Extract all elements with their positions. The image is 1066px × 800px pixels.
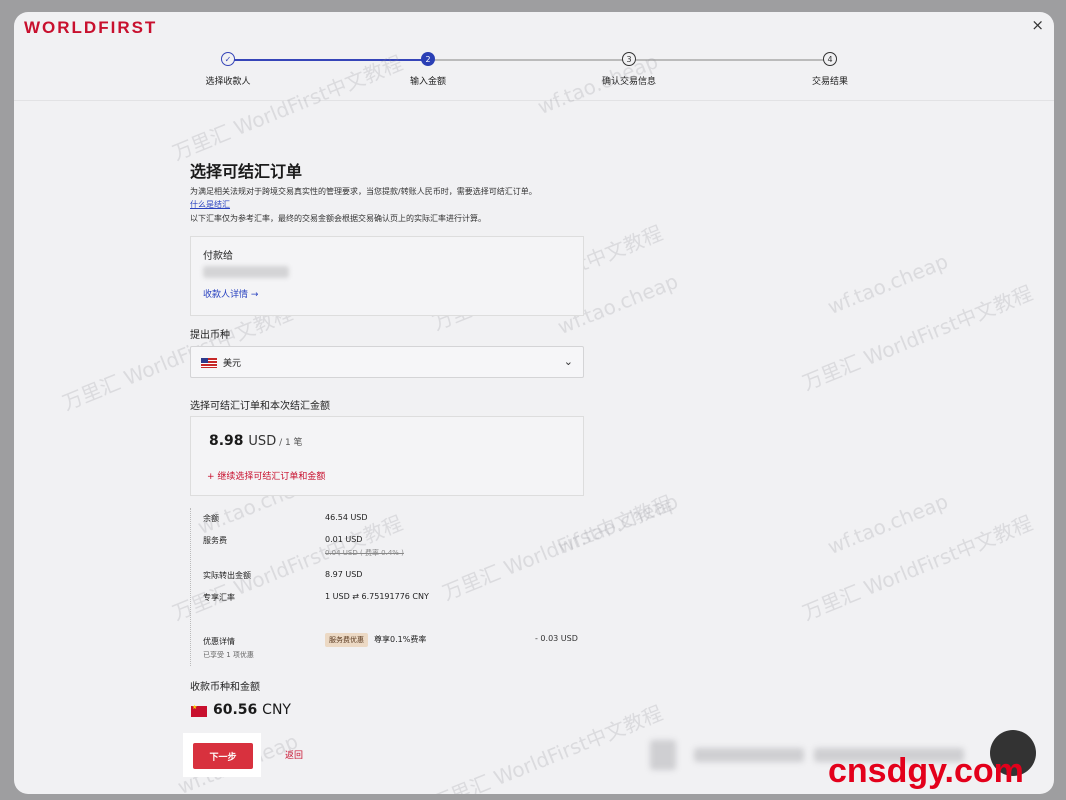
payee-label: 付款给 xyxy=(203,251,233,262)
step-4-circle: 4 xyxy=(823,52,837,66)
fee-value: 0.01 USD xyxy=(325,535,363,544)
step-1-check-icon: ✓ xyxy=(221,52,235,66)
orders-label: 选择可结汇订单和本次结汇金额 xyxy=(190,401,330,412)
step-connector-done xyxy=(234,59,428,61)
order-amount-value: 8.98 xyxy=(209,433,244,449)
fee-summary: 余额 46.54 USD 服务费 0.01 USD 0.04 USD ( 费率 … xyxy=(190,508,584,666)
watermark-text: wf.tao.cheap xyxy=(824,488,952,560)
exchange-rate-label: 专享汇率 xyxy=(203,593,235,602)
order-amount: 8.98 USD / 1 笔 xyxy=(209,433,303,449)
payee-name-redacted xyxy=(203,266,289,278)
cn-flag-icon xyxy=(191,704,207,717)
page-description: 为满足相关法规对于跨境交易真实性的管理要求，当您提款/转账人民币时，需要选择可结… xyxy=(190,187,537,196)
add-order-link[interactable]: + 继续选择可结汇订单和金额 xyxy=(207,469,325,482)
actual-amount-label: 实际转出金额 xyxy=(203,571,251,580)
receive-amount-value: 60.56 xyxy=(213,702,258,718)
discount-applied-note: 已享受 1 项优惠 xyxy=(203,651,254,659)
receive-amount: 60.56 CNY xyxy=(213,702,291,718)
fee-original: 0.04 USD ( 费率 0.4% ) xyxy=(325,549,404,557)
step-2-circle: 2 xyxy=(421,52,435,66)
us-flag-icon xyxy=(201,358,217,368)
balance-value: 46.54 USD xyxy=(325,513,368,522)
step-3-label: 确认交易信息 xyxy=(601,77,657,87)
watermark-text: wf.tao.cheap xyxy=(824,248,952,320)
receive-label: 收款币种和金额 xyxy=(190,682,260,693)
step-3-circle: 3 xyxy=(622,52,636,66)
currency-label: 提出币种 xyxy=(190,330,230,341)
step-connector xyxy=(636,59,828,61)
site-watermark-stamp: cnsdgy.com xyxy=(828,752,1024,790)
receive-amount-unit: CNY xyxy=(262,702,291,718)
discount-amount: - 0.03 USD xyxy=(535,634,578,643)
dialog-window: WORLDFIRST × ✓ 选择收款人 2 输入金额 3 确认交易信息 4 交… xyxy=(14,12,1054,794)
balance-label: 余额 xyxy=(203,514,219,523)
back-link[interactable]: 返回 xyxy=(285,748,303,761)
watermark-text: 万里汇 WorldFirst中文教程 xyxy=(429,700,666,794)
page-title: 选择可结汇订单 xyxy=(190,162,303,181)
discount-badge: 服务费优惠 xyxy=(325,633,368,647)
rate-notice: 以下汇率仅为参考汇率，最终的交易金额会根据交易确认页上的实际汇率进行计算。 xyxy=(190,214,486,223)
fee-label: 服务费 xyxy=(203,536,227,545)
redacted-footer xyxy=(650,740,676,770)
step-connector xyxy=(434,59,634,61)
chevron-down-icon: ⌄ xyxy=(563,355,573,368)
watermark-text: 万里汇 WorldFirst中文教程 xyxy=(799,280,1036,396)
step-1-label: 选择收款人 xyxy=(205,77,251,87)
order-amount-card[interactable]: 8.98 USD / 1 笔 + 继续选择可结汇订单和金额 xyxy=(190,416,584,496)
step-2-label: 输入金额 xyxy=(409,77,447,87)
currency-selected: 美元 xyxy=(223,359,242,369)
discount-label: 优惠详情 xyxy=(203,637,235,646)
header-divider xyxy=(14,100,1054,101)
discount-description: 尊享0.1%费率 xyxy=(374,635,427,644)
actual-amount-value: 8.97 USD xyxy=(325,570,363,579)
progress-stepper: ✓ 选择收款人 2 输入金额 3 确认交易信息 4 交易结果 xyxy=(14,50,1054,100)
watermark-text: 万里汇 WorldFirst中文教程 xyxy=(799,510,1036,626)
order-count: / 1 笔 xyxy=(276,438,303,448)
worldfirst-logo: WORLDFIRST xyxy=(24,18,158,37)
payee-details-link[interactable]: 收款人详情 → xyxy=(203,287,258,300)
what-is-settlement-link[interactable]: 什么是结汇 xyxy=(190,199,230,210)
redacted-footer xyxy=(694,748,804,762)
exchange-rate-value: 1 USD ⇄ 6.75191776 CNY xyxy=(325,592,429,601)
close-button[interactable]: × xyxy=(1031,16,1044,34)
step-4-label: 交易结果 xyxy=(811,77,849,87)
currency-select[interactable]: 美元 ⌄ xyxy=(190,346,584,378)
payee-card: 付款给 收款人详情 → xyxy=(190,236,584,316)
next-button[interactable]: 下一步 xyxy=(193,743,253,769)
order-amount-unit: USD xyxy=(248,434,277,449)
